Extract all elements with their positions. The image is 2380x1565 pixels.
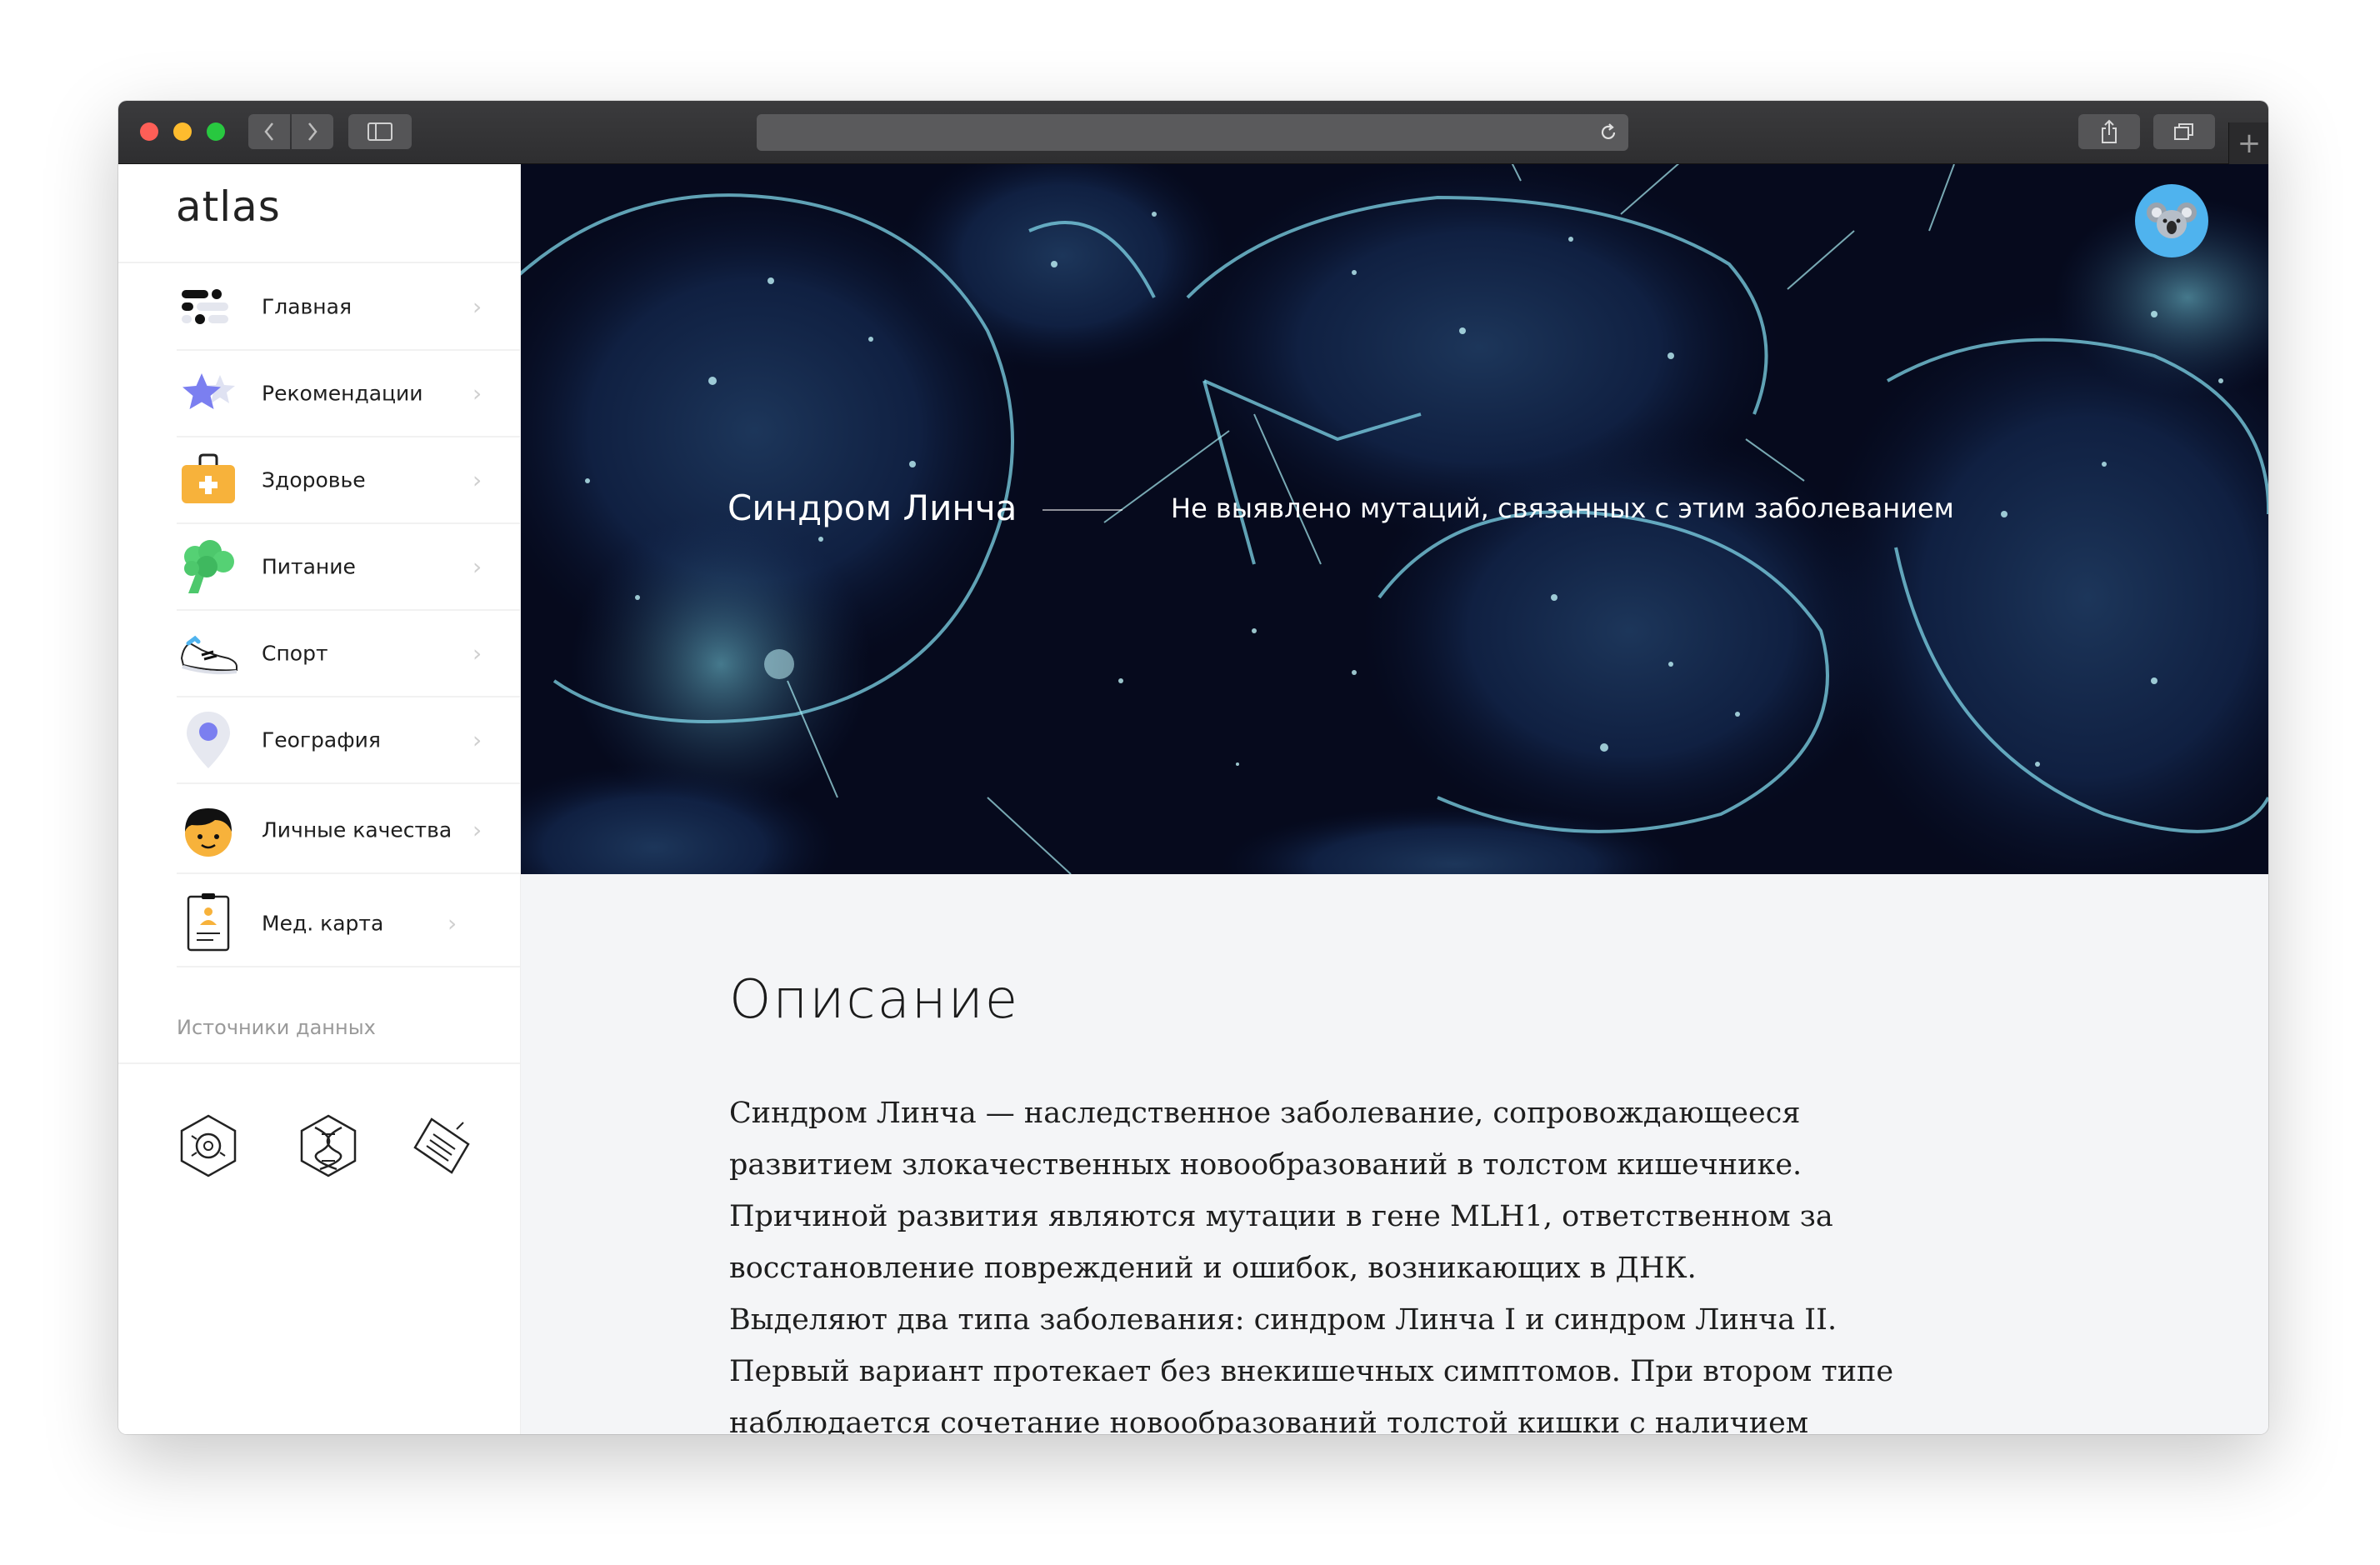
chevron-right-icon: ›	[472, 552, 482, 581]
dna-hexagon-icon[interactable]	[293, 1111, 363, 1181]
sidebar-item-label: География	[262, 728, 381, 752]
browser-window: + atlas Главная › Рекомендации › Здоровь…	[118, 101, 2268, 1434]
map-pin-icon	[187, 712, 230, 768]
description-text: Синдром Линча — наследственное заболеван…	[729, 1088, 1946, 1434]
divider	[118, 262, 520, 263]
sidebar-item-label: Мед. карта	[262, 911, 384, 936]
tabs-icon	[2174, 123, 2193, 140]
koala-avatar-icon	[2147, 202, 2197, 238]
chevron-right-icon: ›	[472, 726, 482, 754]
document-tag-icon[interactable]	[407, 1111, 477, 1181]
sidebar-item-label: Спорт	[262, 641, 328, 666]
hero-banner: Синдром Линча Не выявлено мутаций, связа…	[521, 164, 2268, 874]
description-paragraph: Синдром Линча — наследственное заболеван…	[729, 1097, 1833, 1285]
chevron-right-icon: ›	[472, 292, 482, 321]
chevron-right-icon: ›	[448, 909, 458, 938]
chevron-right-icon: ›	[472, 816, 482, 844]
sidebar-item-recommendations[interactable]: Рекомендации ›	[177, 351, 520, 438]
chevron-right-icon: ›	[472, 639, 482, 668]
forward-button[interactable]	[292, 114, 333, 149]
share-button[interactable]	[2078, 114, 2140, 149]
medical-card-icon	[187, 893, 230, 952]
sidebar-item-label: Личные качества	[262, 818, 452, 842]
sidebar-item-label: Питание	[262, 554, 356, 579]
broccoli-icon	[184, 540, 234, 593]
sidebar-item-label: Рекомендации	[262, 381, 423, 406]
address-bar[interactable]	[757, 114, 1628, 151]
sidebar-toggle-button[interactable]	[348, 114, 412, 149]
sidebar-item-health[interactable]: Здоровье ›	[177, 438, 520, 524]
sidebar-item-medical-card[interactable]: Мед. карта ›	[177, 881, 520, 968]
chevron-left-icon	[264, 122, 273, 141]
sidebar-item-sport[interactable]: Спорт ›	[177, 611, 520, 698]
hero-title: Синдром Линча	[728, 488, 1018, 528]
hero-separator	[1042, 509, 1122, 511]
browser-toolbar: +	[118, 101, 2268, 164]
sidebar: atlas Главная › Рекомендации › Здоровье …	[118, 164, 521, 1434]
new-tab-button[interactable]: +	[2228, 122, 2268, 164]
chevron-right-icon	[308, 122, 318, 141]
divider	[118, 1062, 520, 1064]
sneaker-icon	[180, 635, 238, 675]
section-title: Описание	[729, 969, 1020, 1031]
show-tabs-button[interactable]	[2153, 114, 2215, 149]
back-button[interactable]	[248, 114, 290, 149]
sidebar-item-home[interactable]: Главная ›	[177, 264, 520, 351]
user-avatar[interactable]	[2135, 184, 2208, 258]
zoom-window-button[interactable]	[207, 122, 225, 141]
sidebar-item-nutrition[interactable]: Питание ›	[177, 524, 520, 611]
sidebar-item-label: Здоровье	[262, 468, 366, 492]
description-paragraph: Выделяют два типа заболевания: синдром Л…	[729, 1303, 1894, 1434]
medkit-icon	[182, 453, 235, 503]
face-icon	[185, 808, 232, 857]
share-icon	[2102, 119, 2117, 143]
close-window-button[interactable]	[140, 122, 158, 141]
sidebar-item-personality[interactable]: Личные качества ›	[177, 788, 520, 874]
reload-icon[interactable]	[1598, 122, 1618, 142]
main-content: Синдром Линча Не выявлено мутаций, связа…	[521, 164, 2268, 1434]
star-icon	[182, 373, 235, 409]
chevron-right-icon: ›	[472, 466, 482, 494]
sidebar-icon	[368, 122, 392, 141]
data-sources-heading: Источники данных	[177, 1016, 376, 1039]
home-blocks-icon	[182, 289, 228, 324]
camera-hexagon-icon[interactable]	[173, 1111, 243, 1181]
sidebar-item-geography[interactable]: География ›	[177, 698, 520, 784]
app-logo[interactable]: atlas	[176, 182, 281, 231]
minimize-window-button[interactable]	[173, 122, 192, 141]
hero-result-text: Не выявлено мутаций, связанных с этим за…	[1171, 492, 1954, 524]
sidebar-item-label: Главная	[262, 294, 352, 319]
chevron-right-icon: ›	[472, 379, 482, 408]
